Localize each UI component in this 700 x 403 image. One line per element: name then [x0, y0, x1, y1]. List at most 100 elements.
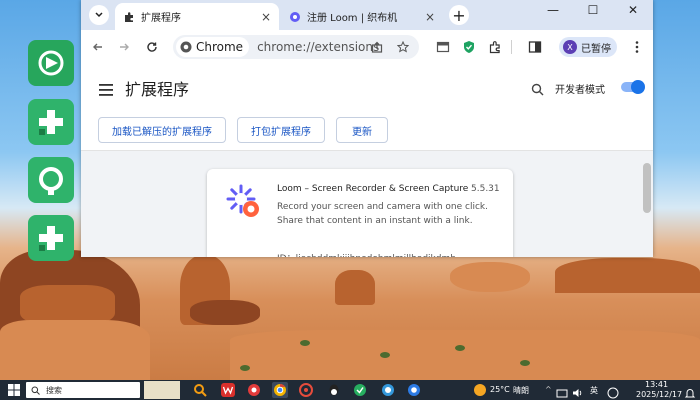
update-button[interactable]: 更新 [336, 117, 388, 143]
tab-title: 扩展程序 [141, 13, 181, 24]
search-placeholder: 搜索 [46, 385, 62, 395]
toolbar-divider [511, 40, 512, 54]
start-button[interactable] [6, 382, 22, 398]
extension-description: Share that content in an instant with a … [277, 216, 473, 226]
maximize-button[interactable]: ☐ [573, 0, 613, 20]
taskbar-search-box[interactable]: 搜索 [26, 382, 140, 398]
close-window-button[interactable]: ✕ [613, 0, 653, 20]
chrome-logo-icon [180, 41, 192, 53]
extension-version: 5.5.31 [471, 184, 500, 194]
rock-formation [190, 300, 260, 325]
search-app-icon [39, 167, 63, 195]
media-icon[interactable] [435, 39, 451, 55]
volume-icon[interactable] [572, 384, 584, 397]
desktop-app-icon[interactable] [28, 215, 74, 261]
reload-icon [147, 42, 157, 52]
extensions-list: Loom – Screen Recorder & Screen Capture … [81, 151, 653, 257]
share-icon[interactable] [369, 39, 385, 55]
kebab-menu-icon[interactable] [629, 39, 645, 55]
rock-formation [335, 270, 375, 305]
rock-formation [450, 262, 530, 292]
shrub [380, 352, 390, 358]
shrub [240, 365, 250, 371]
tab-strip: 扩展程序 × 注册 Loom | 织布机 × + — ☐ ✕ [81, 0, 653, 30]
address-bar[interactable]: Chrome chrome://extensions [173, 35, 419, 59]
tab-close-button[interactable]: × [261, 10, 271, 24]
extensions-puzzle-icon[interactable] [487, 39, 503, 55]
notification-icon[interactable] [684, 384, 696, 398]
shrub [520, 360, 530, 366]
browser-toolbar: Chrome chrome://extensions X 已暂停 [81, 30, 653, 65]
page-title: 扩展程序 [125, 80, 190, 99]
load-unpacked-button[interactable]: 加载已解压的扩展程序 [98, 117, 226, 143]
plus-cross-icon [39, 226, 63, 251]
app-logo-icon [38, 50, 64, 76]
weather-temperature: 25°C [490, 385, 510, 394]
arrow-left-icon [93, 43, 102, 51]
loom-logo-icon [225, 183, 261, 219]
chrome-chip[interactable]: Chrome [176, 37, 250, 57]
pack-extension-button[interactable]: 打包扩展程序 [237, 117, 325, 143]
shield-extension-icon[interactable] [461, 39, 477, 55]
avatar: X [563, 40, 577, 54]
ime-indicator[interactable]: 英 [590, 385, 598, 396]
app-taskbar-icon[interactable] [380, 382, 396, 398]
input-method-icon[interactable] [607, 384, 619, 399]
weather-sun-icon [474, 384, 486, 396]
minimize-button[interactable]: — [533, 0, 573, 20]
rock-formation [0, 320, 150, 380]
extension-card-loom: Loom – Screen Recorder & Screen Capture … [207, 169, 513, 257]
tray-chevron-icon[interactable]: ^ [545, 385, 552, 394]
developer-mode-toggle[interactable] [621, 80, 645, 94]
wps-taskbar-icon[interactable] [220, 382, 236, 398]
windows-taskbar: 搜索 25°C 晴朗 ^ 英 13:41 2025/12/17 [0, 380, 700, 400]
extension-name: Loom – Screen Recorder & Screen Capture [277, 184, 469, 194]
side-panel-icon[interactable] [527, 39, 543, 55]
rock-formation [555, 258, 700, 293]
hamburger-menu-button[interactable] [99, 81, 113, 100]
back-button[interactable] [89, 38, 107, 56]
extension-description: Record your screen and camera with one c… [277, 202, 489, 212]
desktop-app-icon[interactable] [28, 157, 74, 203]
search-button[interactable] [531, 81, 544, 100]
developer-mode-label: 开发者模式 [555, 85, 605, 96]
extensions-action-bar: 加载已解压的扩展程序 打包扩展程序 更新 [81, 112, 653, 151]
search-highlight-icon [144, 381, 180, 399]
app-taskbar-icon[interactable] [246, 382, 262, 398]
search-app-taskbar-icon[interactable] [192, 382, 208, 398]
tab-close-button[interactable]: × [425, 10, 435, 24]
extensions-header: 扩展程序 开发者模式 [81, 64, 653, 112]
new-tab-button[interactable]: + [449, 5, 469, 25]
reload-button[interactable] [143, 38, 161, 56]
clock-time[interactable]: 13:41 [645, 380, 668, 389]
puzzle-icon [125, 11, 133, 22]
profile-button[interactable]: X 已暂停 [559, 37, 617, 57]
hamburger-icon [99, 84, 113, 96]
chip-label: Chrome [196, 40, 244, 54]
tab-title: 注册 Loom | 织布机 [307, 13, 398, 24]
scrollbar[interactable] [643, 163, 651, 213]
network-icon[interactable] [556, 384, 568, 398]
clock-date[interactable]: 2025/12/17 [636, 390, 682, 399]
search-icon [531, 83, 544, 96]
rock-formation [20, 285, 115, 325]
bookmark-star-icon[interactable] [395, 39, 411, 55]
forward-button[interactable] [115, 38, 133, 56]
app-taskbar-icon[interactable] [352, 382, 368, 398]
extension-id: ID：liecbddmkiiihnedobmlmillhodjkdmb [277, 251, 456, 257]
weather-description: 晴朗 [513, 386, 529, 395]
chevron-down-icon [95, 12, 103, 18]
tab-loom-signup[interactable]: 注册 Loom | 织布机 × [283, 3, 443, 30]
url-text: chrome://extensions [257, 40, 380, 54]
qq-taskbar-icon[interactable] [326, 382, 342, 398]
tab-search-button[interactable] [89, 5, 109, 25]
app-taskbar-icon[interactable] [298, 382, 314, 398]
app-taskbar-icon[interactable] [406, 382, 422, 398]
windows-logo-icon [8, 384, 20, 396]
tab-extensions[interactable]: 扩展程序 × [115, 3, 279, 30]
desktop-app-icon[interactable] [28, 99, 74, 145]
chrome-window: 扩展程序 × 注册 Loom | 织布机 × + — ☐ ✕ Chrome ch… [81, 0, 653, 257]
desktop-app-icon[interactable] [28, 40, 74, 86]
chrome-taskbar-icon[interactable] [272, 382, 288, 398]
arrow-right-icon [120, 43, 129, 51]
